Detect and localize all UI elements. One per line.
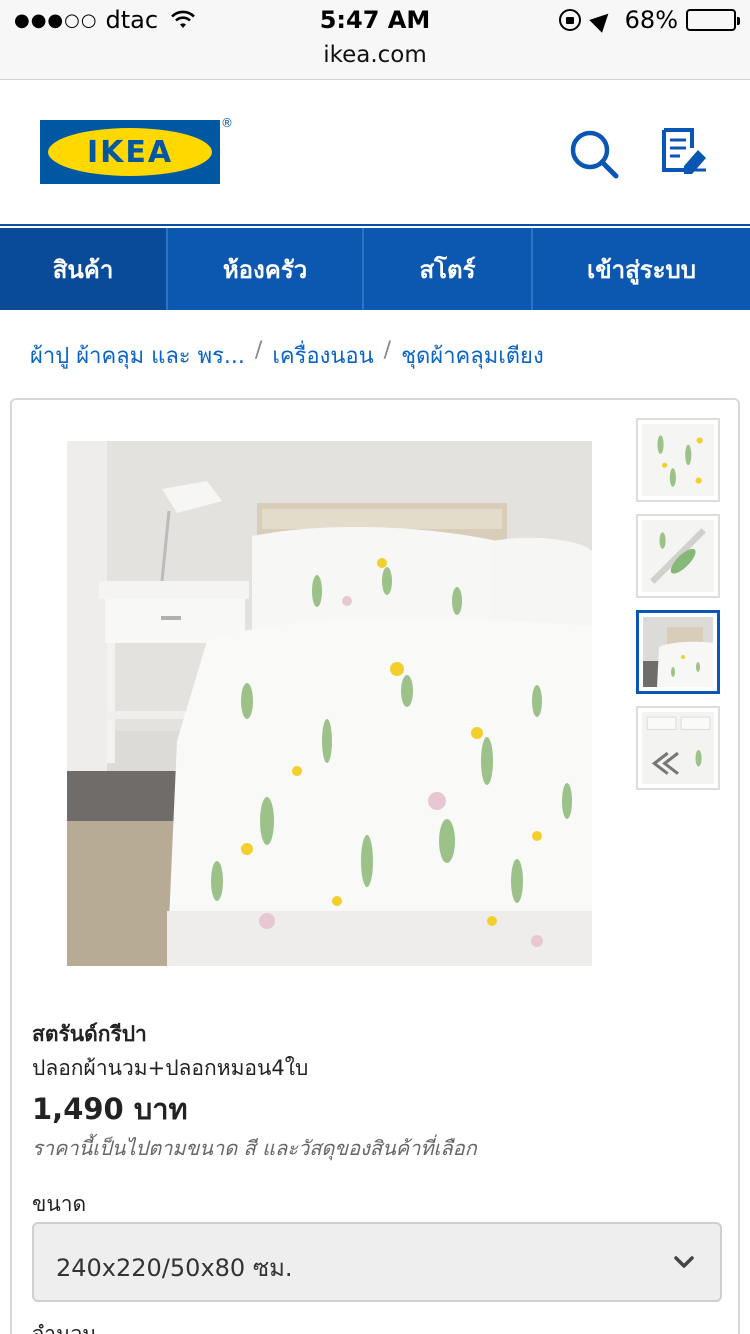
- breadcrumb-item-bedding[interactable]: เครื่องนอน: [272, 338, 373, 373]
- product-description: ปลอกผ้านวม+ปลอกหมอน4ใบ: [32, 1056, 309, 1080]
- breadcrumb-item-duvet-sets[interactable]: ชุดผ้าคลุมเตียง: [401, 338, 544, 373]
- site-header: IKEA ®: [0, 80, 750, 226]
- breadcrumb-separator: /: [383, 338, 392, 363]
- rotation-lock-icon: [558, 9, 581, 31]
- size-select[interactable]: 240x220/50x80 ซม.: [32, 1222, 722, 1302]
- chevron-down-icon: [674, 1256, 694, 1268]
- nav-item-products[interactable]: สินค้า: [0, 228, 168, 310]
- thumbnail-3[interactable]: [636, 610, 720, 694]
- ikea-logo[interactable]: IKEA: [40, 120, 220, 184]
- bedroom-thumbnail-icon: [643, 617, 713, 687]
- nav-item-store[interactable]: สโตร์: [364, 228, 533, 310]
- size-label: ขนาด: [32, 1192, 87, 1216]
- location-arrow-icon: [588, 7, 615, 33]
- battery-icon: [686, 9, 740, 31]
- floral-fabric-thumbnail-icon: [642, 424, 714, 496]
- product-card: สตรันด์กรีปา ปลอกผ้านวม+ปลอกหมอน4ใบ 1,49…: [10, 398, 740, 1334]
- bedroom-photo: [67, 441, 592, 966]
- thumbnail-4[interactable]: [636, 706, 720, 790]
- nav-item-kitchen[interactable]: ห้องครัว: [168, 228, 364, 310]
- price-note: ราคานี้เป็นไปตามขนาด สี และวัสดุของสินค้…: [32, 1136, 477, 1160]
- nav-item-login[interactable]: เข้าสู่ระบบ: [533, 228, 750, 310]
- folded-set-thumbnail-icon: [642, 712, 714, 784]
- product-price: 1,490 บาท: [32, 1092, 188, 1126]
- status-bar: ●●●○○ dtac 5:47 AM 68%: [0, 0, 750, 40]
- quantity-label: จำนวน: [32, 1322, 97, 1334]
- logo-text: IKEA: [86, 134, 174, 170]
- thumbnail-2[interactable]: [636, 514, 720, 598]
- address-bar[interactable]: ikea.com: [0, 40, 750, 80]
- registered-mark: ®: [221, 116, 233, 130]
- fabric-detail-thumbnail-icon: [642, 520, 714, 592]
- status-right: 68%: [558, 6, 740, 34]
- breadcrumb-separator: /: [254, 338, 263, 363]
- size-value: 240x220/50x80 ซม.: [56, 1254, 293, 1282]
- breadcrumb: ผ้าปู ผ้าคลุม และ พร... / เครื่องนอน / ช…: [30, 338, 544, 373]
- logo-oval: IKEA: [48, 128, 212, 176]
- thumbnail-1[interactable]: [636, 418, 720, 502]
- main-nav: สินค้า ห้องครัว สโตร์ เข้าสู่ระบบ: [0, 228, 750, 310]
- breadcrumb-item-textiles[interactable]: ผ้าปู ผ้าคลุม และ พร...: [30, 338, 245, 373]
- search-icon[interactable]: [568, 128, 622, 182]
- product-main-image[interactable]: [67, 441, 592, 966]
- product-name: สตรันด์กรีปา: [32, 1022, 147, 1046]
- battery-percent: 68%: [624, 6, 678, 34]
- shopping-list-icon[interactable]: [658, 126, 712, 180]
